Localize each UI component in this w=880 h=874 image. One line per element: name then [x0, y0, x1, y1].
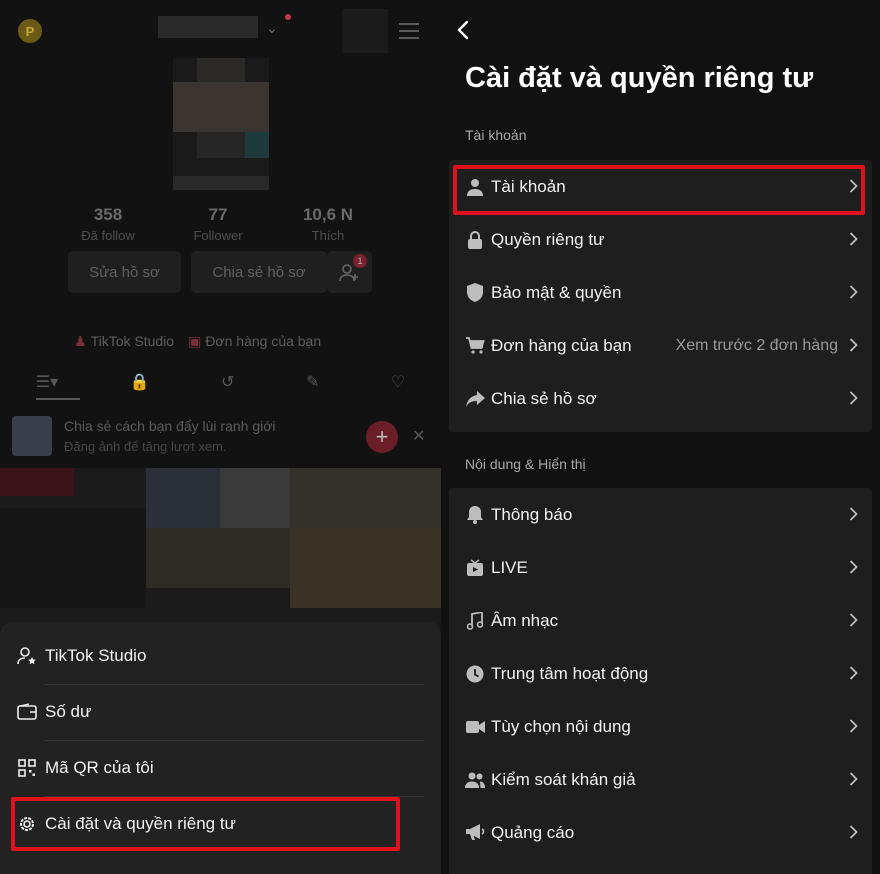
- settings-item-label: LIVE: [491, 557, 528, 577]
- settings-item-label: Kiểm soát khán giả: [491, 769, 636, 789]
- highlight-box: [453, 165, 865, 215]
- settings-item-security[interactable]: Bảo mật & quyền: [449, 266, 872, 319]
- profile-pane: P ⌄ 358 Đã follow 77 Follower 10,6 N Thí…: [0, 0, 441, 874]
- megaphone-icon: [465, 823, 485, 843]
- chevron-right-icon: [849, 824, 858, 845]
- content-display-card: Thông báo LIVE Âm nhạc Trung tâm hoạt độ…: [449, 488, 872, 874]
- bell-icon: [465, 505, 485, 525]
- settings-item-label: Đơn hàng của bạn: [491, 335, 632, 355]
- settings-item-label: Chia sẻ hồ sơ: [491, 388, 597, 408]
- live-tv-icon: [465, 558, 485, 578]
- share-arrow-icon: [465, 389, 485, 409]
- settings-item-notifications[interactable]: Thông báo: [449, 488, 872, 541]
- chevron-right-icon: [849, 284, 858, 305]
- settings-item-orders[interactable]: Đơn hàng của bạn Xem trước 2 đơn hàng: [449, 319, 872, 372]
- settings-item-ads[interactable]: Quảng cáo: [449, 806, 872, 859]
- chevron-right-icon: [849, 559, 858, 580]
- lock-icon: [465, 230, 485, 250]
- settings-item-activity-center[interactable]: Trung tâm hoạt động: [449, 647, 872, 700]
- orders-preview-text: Xem trước 2 đơn hàng: [675, 336, 838, 354]
- chevron-right-icon: [849, 771, 858, 792]
- settings-item-label: Quyền riêng tư: [491, 229, 605, 249]
- overlay: [0, 0, 441, 874]
- settings-item-content-preferences[interactable]: Tùy chọn nội dung: [449, 700, 872, 753]
- video-camera-icon: [465, 717, 485, 737]
- people-icon: [465, 770, 485, 790]
- chevron-right-icon: [849, 390, 858, 411]
- chevron-left-icon: [457, 20, 469, 40]
- settings-item-label: Âm nhạc: [491, 610, 559, 630]
- settings-item-audience-controls[interactable]: Kiểm soát khán giả: [449, 753, 872, 806]
- settings-item-label: Bảo mật & quyền: [491, 282, 622, 302]
- chevron-right-icon: [849, 337, 858, 358]
- settings-item-music[interactable]: Âm nhạc: [449, 594, 872, 647]
- section-header-account: Tài khoản: [465, 127, 527, 143]
- section-header-content-display: Nội dung & Hiển thị: [465, 456, 586, 472]
- chevron-right-icon: [849, 718, 858, 739]
- settings-item-label: Tùy chọn nội dung: [491, 716, 631, 736]
- back-button[interactable]: [457, 20, 469, 45]
- cart-icon: [465, 336, 485, 356]
- music-note-icon: [465, 611, 485, 631]
- chevron-right-icon: [849, 231, 858, 252]
- chevron-right-icon: [849, 612, 858, 633]
- clock-icon: [465, 664, 485, 684]
- settings-item-label: Quảng cáo: [491, 822, 575, 842]
- settings-item-label: Trung tâm hoạt động: [491, 663, 649, 683]
- page-title: Cài đặt và quyền riêng tư: [465, 62, 814, 94]
- settings-item-privacy[interactable]: Quyền riêng tư: [449, 213, 872, 266]
- chevron-right-icon: [849, 506, 858, 527]
- shield-icon: [465, 283, 485, 303]
- settings-item-live[interactable]: LIVE: [449, 541, 872, 594]
- settings-pane: Cài đặt và quyền riêng tư Tài khoản Tài …: [441, 0, 880, 874]
- settings-item-label: Thông báo: [491, 504, 573, 524]
- chevron-right-icon: [849, 665, 858, 686]
- settings-item-share-profile[interactable]: Chia sẻ hồ sơ: [449, 372, 872, 425]
